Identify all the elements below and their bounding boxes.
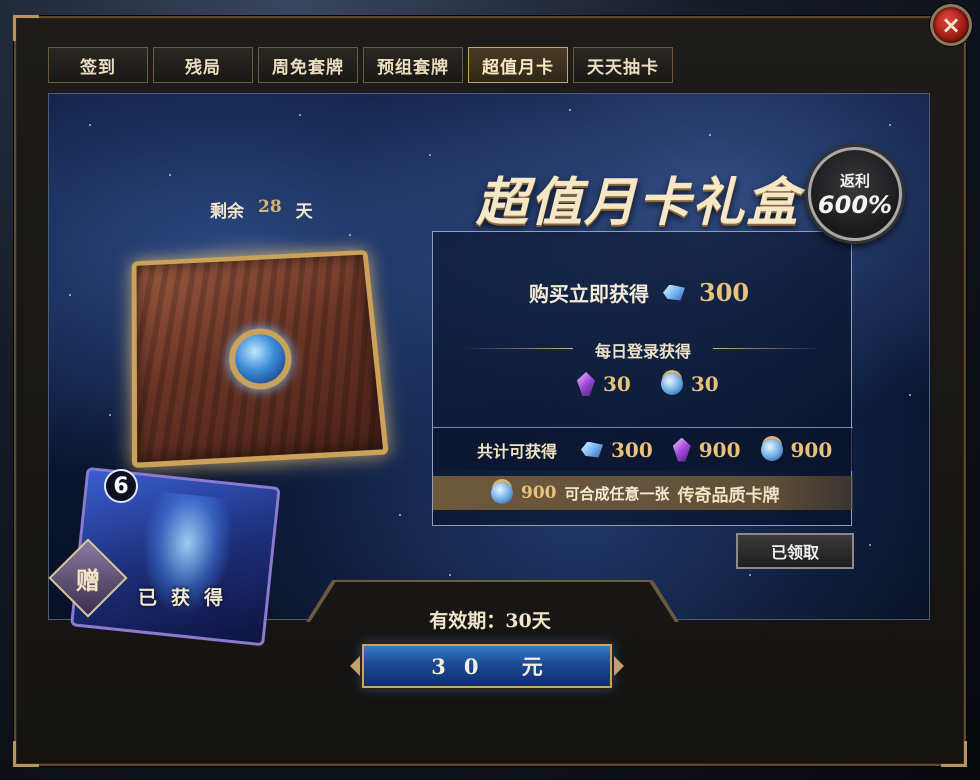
remaining-suffix: 天 xyxy=(295,202,313,222)
compose-value: 900 xyxy=(521,483,557,503)
total-reward-item: 900 xyxy=(672,437,741,462)
purple-crystal-icon xyxy=(672,437,691,462)
chest-gem xyxy=(227,327,294,392)
daily-reward-label: 每日登录获得 xyxy=(433,338,853,362)
total-reward-item: 900 xyxy=(760,437,833,462)
compose-highlight: 传奇品质卡牌 xyxy=(677,485,780,506)
rewards-box: 购买立即获得 300 每日登录获得 30 30 共计可获得 300 900 90… xyxy=(432,231,853,526)
tab-preset-deck[interactable]: 预组套牌 xyxy=(363,47,463,83)
total-reward-value: 900 xyxy=(790,437,833,462)
total-rewards-label: 共计可获得 xyxy=(477,441,558,461)
total-reward-value: 300 xyxy=(611,437,653,462)
blue-gem-icon xyxy=(581,441,604,458)
chest-icon xyxy=(131,249,389,469)
claimed-button[interactable]: 已领取 xyxy=(736,533,854,569)
rebate-badge: 返利 600% xyxy=(808,147,902,241)
purchase-price-button[interactable]: 30 元 xyxy=(362,644,612,688)
close-button[interactable]: × xyxy=(930,4,972,46)
tab-monthly-card[interactable]: 超值月卡 xyxy=(468,47,568,83)
blue-gem-icon xyxy=(663,284,685,301)
total-reward-item: 300 xyxy=(581,438,653,462)
purple-crystal-icon xyxy=(577,372,595,396)
corner-ornament xyxy=(13,15,39,41)
tab-bar: 签到 残局 周免套牌 预组套牌 超值月卡 天天抽卡 xyxy=(48,47,673,83)
total-reward-value: 900 xyxy=(698,437,741,462)
tab-daily-draw[interactable]: 天天抽卡 xyxy=(573,47,673,83)
instant-reward-value: 300 xyxy=(699,278,750,307)
remaining-days: 剩余 28 天 xyxy=(210,197,313,222)
tab-sign-in[interactable]: 签到 xyxy=(48,47,148,83)
gift-chest-image xyxy=(120,235,390,475)
total-rewards: 共计可获得 300 900 900 xyxy=(433,427,853,471)
rebate-value: 600% xyxy=(817,190,893,219)
daily-rewards: 30 30 xyxy=(577,372,719,396)
daily-reward-value: 30 xyxy=(690,372,719,396)
dust-orb-icon xyxy=(660,373,683,395)
corner-ornament xyxy=(941,741,967,767)
instant-reward: 购买立即获得 300 xyxy=(529,278,749,307)
instant-reward-label: 购买立即获得 xyxy=(529,282,649,306)
compose-note: 900 可合成任意一张 传奇品质卡牌 xyxy=(433,476,853,510)
card-obtained-status: 已获得 xyxy=(138,587,238,609)
compose-text: 可合成任意一张 xyxy=(564,484,670,503)
dust-orb-icon xyxy=(760,438,783,461)
rebate-label: 返利 xyxy=(839,171,870,190)
dust-orb-icon xyxy=(491,482,513,504)
corner-ornament xyxy=(13,741,39,767)
remaining-prefix: 剩余 xyxy=(210,202,244,222)
validity-period: 有效期：30天 xyxy=(429,610,551,632)
daily-reward-item: 30 xyxy=(660,372,719,396)
daily-reward-item: 30 xyxy=(577,372,631,396)
gift-badge-label: 赠 xyxy=(76,565,100,595)
daily-reward-value: 30 xyxy=(603,372,631,396)
remaining-days-value: 28 xyxy=(258,197,282,217)
tab-endgame[interactable]: 残局 xyxy=(153,47,253,83)
banner-title: 超值月卡礼盒 xyxy=(476,172,801,233)
tab-weekly-free-deck[interactable]: 周免套牌 xyxy=(258,47,358,83)
card-cost: 6 xyxy=(104,469,138,503)
close-icon: × xyxy=(940,11,962,39)
